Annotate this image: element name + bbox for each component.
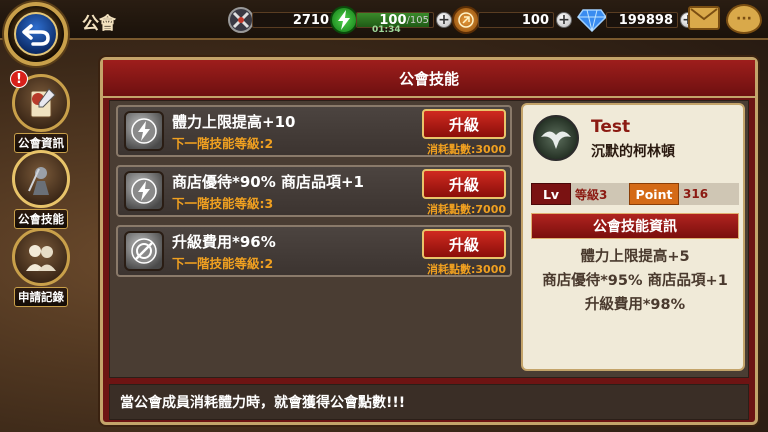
skill-next-level: 下一階技能等級:2 (172, 256, 274, 271)
back-button[interactable] (4, 2, 68, 66)
stamina-resource: 2710 (228, 6, 334, 34)
point-label: Point (629, 183, 679, 205)
chat-icon[interactable]: ··· (726, 4, 762, 34)
skill-name: 升級費用*96% (172, 233, 276, 251)
add-energy-button[interactable]: + (436, 12, 452, 28)
add-coin-button[interactable]: + (556, 12, 572, 28)
sidebar-item-guild-skill[interactable]: 公會技能 (10, 150, 72, 229)
upgrade-button[interactable]: 升級 (422, 109, 506, 139)
guild-skill-info-line: 商店優待*95% 商店品項+1 (542, 273, 728, 289)
lightning-skill-icon (124, 111, 164, 151)
energy-max: /105 (406, 14, 429, 26)
gem-resource: 199898 + (576, 6, 696, 34)
guild-emblem-icon (533, 115, 579, 161)
coin-bar: 100 (478, 12, 554, 28)
guild-stats: Lv 等級3 Point 316 (531, 183, 739, 205)
sidebar-item-label: 申請記錄 (14, 287, 68, 307)
lv-label: Lv (531, 183, 571, 205)
stamina-value: 2710 (292, 12, 329, 28)
back-arrow-icon (14, 12, 58, 56)
upgrade-button[interactable]: 升級 (422, 229, 506, 259)
point-value: 316 (679, 183, 739, 205)
lightning-energy-icon (330, 6, 358, 34)
panel-title: 公會技能 (103, 60, 755, 98)
crossed-swords-icon (228, 7, 254, 33)
sidebar-item-application-record[interactable]: 申請記錄 (10, 228, 72, 307)
diamond-icon (576, 6, 608, 34)
guild-skill-icon (12, 150, 70, 208)
skill-row: 商店優待*90% 商店品項+1 下一階技能等級:3 升級 消耗點數:7000 (116, 165, 512, 217)
panel-body: 體力上限提高+10 下一階技能等級:2 升級 消耗點數:3000 商店優待*90… (109, 100, 749, 378)
coin-resource: 100 + (452, 6, 572, 34)
lv-value: 等級3 (571, 183, 629, 205)
guild-skill-info-title: 公會技能資訊 (531, 213, 739, 239)
skill-next-level: 下一階技能等級:2 (172, 136, 274, 151)
alert-badge: ! (10, 70, 28, 88)
skill-cost: 消耗點數:3000 (426, 263, 506, 276)
top-bar: 公會 2710 100 /105 + 01:34 100 + 199898 ··… (0, 0, 768, 40)
guild-skill-panel: 公會技能 體力上限提高+10 下一階技能等級:2 升級 消耗點數:3000 商店… (100, 57, 758, 425)
skill-row: 體力上限提高+10 下一階技能等級:2 升級 消耗點數:3000 (116, 105, 512, 157)
application-record-icon (12, 228, 70, 286)
coin-icon (452, 6, 480, 34)
mail-icon[interactable] (688, 6, 720, 30)
guild-description: 沉默的柯林頓 (591, 144, 675, 160)
sidebar-item-guild-info[interactable]: ! 公會資訊 (10, 70, 72, 153)
gem-value: 199898 (618, 12, 673, 28)
guild-info-card: Test 沉默的柯林頓 Lv 等級3 Point 316 公會技能資訊 體力上限… (521, 103, 745, 371)
guild-skill-info-line: 體力上限提高+5 (580, 249, 690, 265)
skill-next-level: 下一階技能等級:3 (172, 196, 274, 211)
stamina-bar: 2710 (252, 12, 334, 28)
skill-name: 商店優待*90% 商店品項+1 (172, 173, 364, 191)
skill-cost: 消耗點數:3000 (426, 143, 506, 156)
lightning-skill-icon (124, 171, 164, 211)
skill-cost: 消耗點數:7000 (426, 203, 506, 216)
guild-name: Test (591, 117, 631, 137)
energy-timer: 01:34 (372, 25, 401, 35)
gem-bar: 199898 (606, 12, 678, 28)
no-cost-skill-icon (124, 231, 164, 271)
guild-skill-info-line: 升級費用*98% (584, 297, 686, 313)
sidebar-item-label: 公會技能 (14, 209, 68, 229)
page-title: 公會 (82, 14, 116, 34)
skill-name: 體力上限提高+10 (172, 113, 296, 131)
upgrade-button[interactable]: 升級 (422, 169, 506, 199)
footer-hint: 當公會成員消耗體力時，就會獲得公會點數!!! (109, 384, 749, 420)
coin-value: 100 (521, 12, 549, 28)
skill-row: 升級費用*96% 下一階技能等級:2 升級 消耗點數:3000 (116, 225, 512, 277)
